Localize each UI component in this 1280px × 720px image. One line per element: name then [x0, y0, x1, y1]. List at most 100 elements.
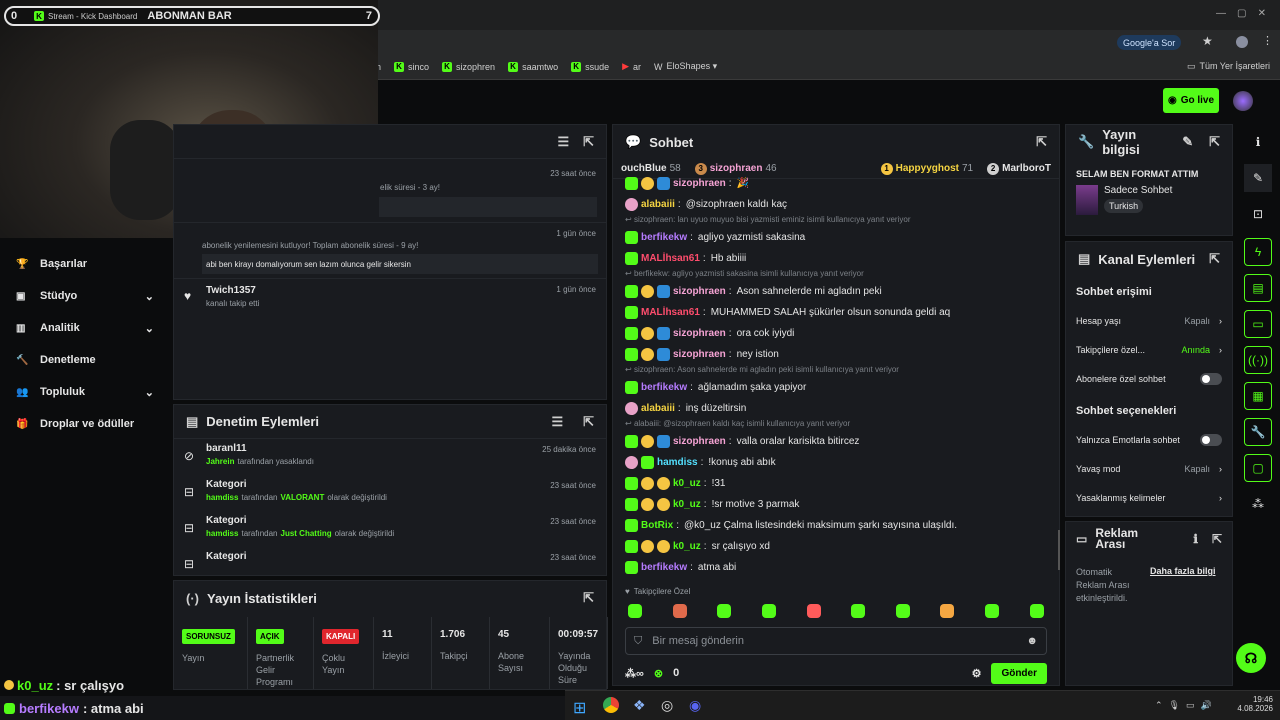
popout-icon[interactable]: ⇱: [583, 134, 594, 150]
chat-scrollbar[interactable]: [1058, 530, 1060, 570]
emoji-icon[interactable]: ☻: [1026, 635, 1038, 647]
emote-icon[interactable]: [940, 604, 955, 618]
chat-message[interactable]: alabaiii: inş düzeltirsin: [613, 398, 1059, 419]
bookmark-sizophren[interactable]: Ksizophren: [442, 61, 495, 72]
sidebar-item[interactable]: 👥 Topluluk ⌄: [0, 376, 170, 408]
points-icon[interactable]: ⁂∞: [625, 667, 644, 680]
chat-username[interactable]: k0_uz: [673, 499, 701, 510]
chat-username[interactable]: MALİhsan61: [641, 307, 700, 318]
emote-icon[interactable]: [762, 604, 777, 618]
emote-icon[interactable]: [985, 604, 1000, 618]
obs-icon[interactable]: ◎: [661, 697, 673, 714]
chat-message[interactable]: berfikekw: agliyo yazmisti sakasina: [613, 227, 1059, 248]
chat-icon[interactable]: ▭: [1244, 310, 1272, 338]
account-age-setting[interactable]: Hesap yaşı Kapalı ›: [1066, 306, 1232, 335]
menu-icon[interactable]: ⋮: [1262, 34, 1273, 47]
emote-icon[interactable]: [628, 604, 643, 618]
chat-message[interactable]: sizophraen: ora cok iyiydi: [613, 323, 1059, 344]
chat-message[interactable]: berfikekw: atma abi: [613, 557, 1059, 578]
popout-icon[interactable]: ⇱: [1212, 532, 1222, 546]
popout-icon[interactable]: ⇱: [1209, 134, 1220, 150]
chat-message[interactable]: k0_uz: !31: [613, 473, 1059, 494]
screenshot-icon[interactable]: ⊡: [1244, 200, 1272, 228]
chat-message[interactable]: BotRix: @k0_uz Çalma listesindeki maksimu…: [613, 515, 1059, 536]
chat-username[interactable]: BotRix: [641, 520, 673, 531]
chat-messages[interactable]: sizophraen: 🎉 alabaiii: @sizophraen kaldı k…: [613, 173, 1059, 583]
chat-message[interactable]: sizophraen: valla oralar karisikta bitirc…: [613, 431, 1059, 452]
leaderboard-entry[interactable]: ouchBlue 58: [621, 163, 681, 174]
popout-icon[interactable]: ⇱: [1209, 251, 1220, 267]
bookmark-ar[interactable]: ▶ ar: [622, 61, 641, 72]
emote-icon[interactable]: [1029, 604, 1044, 618]
emote-icon[interactable]: [851, 604, 866, 618]
points-icon[interactable]: ⁂: [1244, 490, 1272, 518]
emote-icon[interactable]: [895, 604, 910, 618]
star-icon[interactable]: ★: [1202, 34, 1213, 48]
window-icon[interactable]: ▢: [1244, 454, 1272, 482]
chat-message[interactable]: MALİhsan61: MUHAMMED SALAH şükürler olsun…: [613, 302, 1059, 323]
system-tray-icons[interactable]: ⌃🎙▭🔊: [1155, 700, 1218, 711]
chat-message[interactable]: sizophraen: Ason sahnelerde mi agladın pe…: [613, 281, 1059, 302]
help-button[interactable]: ☊: [1236, 643, 1266, 673]
app-icon[interactable]: ❖: [633, 697, 646, 714]
wrench-icon[interactable]: 🔧: [1244, 418, 1272, 446]
popout-icon[interactable]: ⇱: [583, 414, 594, 430]
chat-username[interactable]: berfikekw: [641, 232, 687, 243]
window-controls[interactable]: — ▢ ✕: [1216, 8, 1266, 19]
chat-message[interactable]: sizophraen: 🎉: [613, 173, 1059, 194]
chat-username[interactable]: k0_uz: [673, 478, 701, 489]
chat-username[interactable]: alabaiii: [641, 199, 675, 210]
bookmark-eloshapes[interactable]: W EloShapes ▾: [654, 61, 717, 72]
slow-mode-setting[interactable]: Yavaş mod Kapalı ›: [1066, 454, 1232, 483]
profile-avatar[interactable]: [1236, 36, 1248, 48]
sidebar-item[interactable]: 🔨 Denetleme: [0, 344, 170, 376]
emote-icon[interactable]: [717, 604, 732, 618]
stack-icon[interactable]: ▦: [1244, 382, 1272, 410]
google-lens-button[interactable]: Google'a Sor: [1117, 35, 1182, 50]
bookmark-saamtwo[interactable]: Ksaamtwo: [508, 61, 558, 72]
lightning-icon[interactable]: ϟ: [1244, 238, 1272, 266]
filter-icon[interactable]: ☰: [551, 414, 563, 430]
subscribers-only-toggle[interactable]: [1200, 372, 1222, 385]
chat-message[interactable]: sizophraen: ney istion: [613, 344, 1059, 365]
info-icon[interactable]: ℹ: [1244, 128, 1272, 156]
chat-message[interactable]: berfikekw: ağlamadım şaka yapiyor: [613, 377, 1059, 398]
more-info-link[interactable]: Daha fazla bilgi: [1150, 566, 1216, 605]
sidebar-item[interactable]: 🏆 Başarılar: [0, 248, 170, 280]
chat-message[interactable]: MALİhsan61: Hb abiiii: [613, 248, 1059, 269]
leaderboard-entry[interactable]: 3 sizophraen 46: [694, 162, 777, 175]
chat-username[interactable]: sizophraen: [673, 328, 726, 339]
chevron-down-icon[interactable]: ⌄: [145, 386, 154, 399]
chat-input[interactable]: ⛉ Bir mesaj gönderin ☻: [625, 627, 1047, 655]
chat-username[interactable]: alabaiii: [641, 403, 675, 414]
chat-message[interactable]: alabaiii: @sizophraen kaldı kaç: [613, 194, 1059, 215]
chat-username[interactable]: berfikekw: [641, 562, 687, 573]
chat-username[interactable]: berfikekw: [641, 382, 687, 393]
category-name[interactable]: Sadece Sohbet: [1104, 185, 1172, 196]
broadcast-icon[interactable]: ((·)): [1244, 346, 1272, 374]
chat-username[interactable]: sizophraen: [673, 349, 726, 360]
chevron-down-icon[interactable]: ⌄: [145, 322, 154, 335]
clock[interactable]: 19:46 4.08.2026: [1233, 695, 1273, 713]
all-bookmarks[interactable]: ▭ Tüm Yer İşaretleri: [1187, 61, 1270, 72]
followers-only-setting[interactable]: Takipçilere özel... Anında ›: [1066, 335, 1232, 364]
leaderboard-entry[interactable]: 1 Happyyghost 71: [880, 162, 973, 175]
emote-icon[interactable]: [672, 604, 687, 618]
pencil-icon[interactable]: ✎: [1244, 164, 1272, 192]
info-icon[interactable]: ℹ: [1193, 532, 1198, 546]
chat-username[interactable]: MALİhsan61: [641, 253, 700, 264]
chat-message[interactable]: k0_uz: sr çalışıyo xd: [613, 536, 1059, 557]
go-live-button[interactable]: ◉ Go live: [1163, 88, 1219, 113]
sidebar-item[interactable]: ▣ Stüdyo ⌄: [0, 280, 170, 312]
edit-icon[interactable]: ✎: [1182, 134, 1193, 150]
filter-icon[interactable]: ☰: [557, 134, 569, 150]
chat-username[interactable]: hamdiss: [657, 457, 698, 468]
send-button[interactable]: Gönder: [991, 662, 1047, 684]
chat-username[interactable]: sizophraen: [673, 286, 726, 297]
user-avatar[interactable]: [1233, 91, 1253, 111]
bookmark-sinco[interactable]: Ksinco: [394, 61, 429, 72]
banned-words-setting[interactable]: Yasaklanmış kelimeler ›: [1066, 483, 1232, 512]
popout-icon[interactable]: ⇱: [583, 590, 594, 606]
chat-message[interactable]: k0_uz: !sr motive 3 parmak: [613, 494, 1059, 515]
popout-icon[interactable]: ⇱: [1036, 134, 1047, 150]
